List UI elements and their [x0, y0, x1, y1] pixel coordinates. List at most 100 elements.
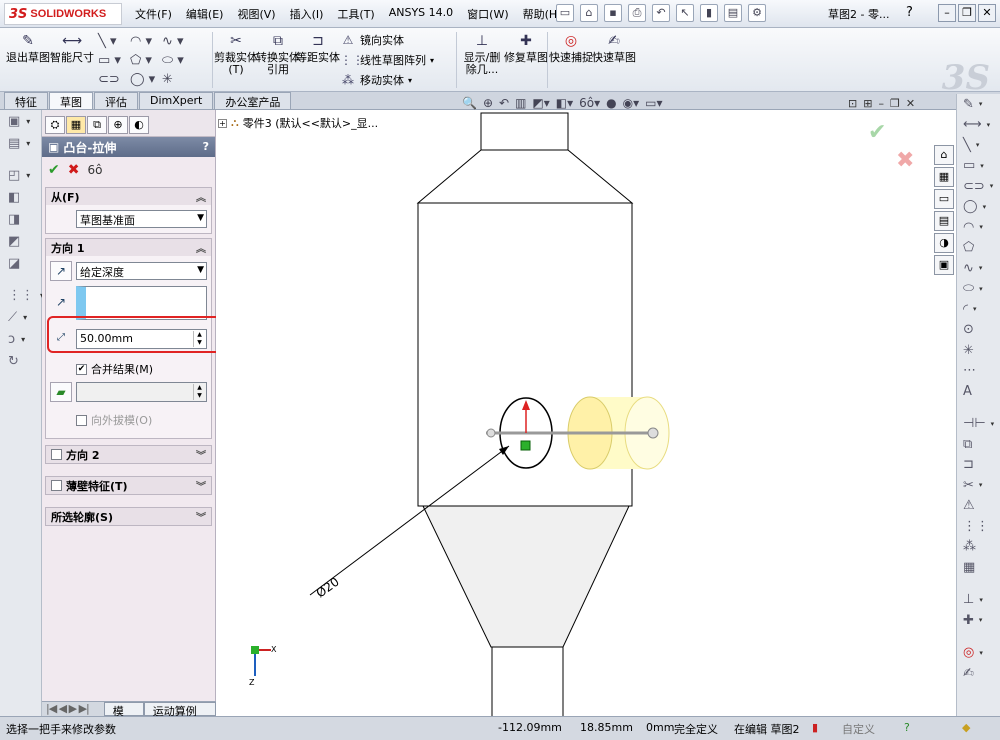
tab-model[interactable]: 模型 — [103, 702, 144, 734]
convert-entities-icon[interactable]: ⧉ — [957, 434, 1000, 455]
repair-icon[interactable]: ✚ ▾ — [957, 610, 1000, 631]
from-group-header[interactable]: 从(F) ︽ — [46, 188, 211, 205]
offset-entities-icon[interactable]: ⊐ — [957, 455, 1000, 476]
move-entities-button[interactable]: ⁂ 移动实体 ▾ — [340, 72, 412, 88]
menu-ansys[interactable]: ANSYS 14.0 — [382, 6, 460, 22]
undo-icon[interactable]: ↶ — [652, 4, 670, 22]
tab-dimxpert[interactable]: DimXpert — [139, 92, 214, 109]
arc-tool-icon[interactable]: ◠ ▾ — [130, 32, 162, 51]
mirror-icon[interactable]: ⊣⊢ ▾ — [957, 414, 1000, 435]
tab-features[interactable]: 特征 — [4, 92, 48, 109]
quick-snap-icon[interactable]: ◎ ▾ — [957, 643, 1000, 664]
custom-properties-icon[interactable]: ▣ — [934, 255, 954, 275]
save-icon[interactable]: ▪ — [604, 4, 622, 22]
cancel-x-icon[interactable]: ✖ — [68, 162, 80, 178]
start-condition-select[interactable]: 草图基准面 ▼ — [76, 210, 207, 228]
menu-file[interactable]: 文件(F) — [128, 6, 179, 22]
display-style-icon[interactable]: ◧▾ — [556, 96, 573, 110]
spline-icon[interactable]: ∿ ▾ — [957, 258, 1000, 279]
solidworks-logo[interactable]: 3S SOLIDWORKS — [4, 3, 122, 25]
doc-close-icon[interactable]: ✕ — [906, 97, 915, 110]
solidworks-resources-icon[interactable]: ⌂ — [934, 145, 954, 165]
close-icon[interactable]: ✕ — [978, 4, 996, 22]
dimxpert-manager-tab-icon[interactable]: ⊕ — [108, 116, 128, 134]
collapse-chevron-icon[interactable]: ︽ — [196, 240, 206, 255]
doc-view-icon[interactable]: ⊡ — [848, 97, 857, 110]
exit-sketch-button[interactable]: ✎ 退出草图 — [6, 32, 50, 64]
rapid-sketch-button[interactable]: ✍ 快速草图 — [592, 32, 636, 64]
extrude-cut-icon[interactable]: ▤ ▾ — [0, 132, 41, 154]
menu-tools[interactable]: 工具(T) — [330, 6, 381, 22]
feature-scope-icon[interactable]: ▰ — [50, 382, 72, 402]
collapse-chevron-icon[interactable]: ︽ — [196, 189, 206, 204]
zoom-area-icon[interactable]: ⊕ — [483, 96, 493, 110]
display-relations-icon[interactable]: ⊥ ▾ — [957, 590, 1000, 611]
convert-entities-button[interactable]: ⧉ 转换实体引用 — [256, 32, 300, 76]
extrude-boss-icon[interactable]: ▣ ▾ — [0, 110, 41, 132]
open-folder-icon[interactable]: ⌂ — [580, 4, 598, 22]
doc-tile-icon[interactable]: ⊞ — [863, 97, 872, 110]
linear-pattern-button[interactable]: ⋮⋮ 线性草图阵列 ▾ — [340, 52, 434, 68]
thin-feature-checkbox[interactable] — [51, 480, 62, 491]
wrap-icon[interactable]: ◩ — [0, 230, 41, 252]
centerline-icon[interactable]: ⋯ — [957, 361, 1000, 382]
trim-entities-button[interactable]: ✂ 剪裁实体(T) — [214, 32, 258, 76]
select-arrow-icon[interactable]: ↖ — [676, 4, 694, 22]
help-icon[interactable]: ? — [203, 140, 209, 153]
expand-chevron-icon[interactable]: ︾ — [196, 509, 206, 524]
shell-icon[interactable]: ◨ — [0, 208, 41, 230]
dropdown-arrow-icon[interactable]: ▾ — [408, 76, 412, 85]
selected-contours-header[interactable]: 所选轮廓(S) ︾ — [46, 508, 211, 525]
menu-window[interactable]: 窗口(W) — [460, 6, 515, 22]
point-tool-icon[interactable]: ✳ — [162, 70, 194, 89]
options-gear-icon[interactable]: ⚙ — [748, 4, 766, 22]
reference-geometry-icon[interactable]: ⟋ ▾ — [0, 306, 41, 328]
slot-icon[interactable]: ⊂⊃ ▾ — [957, 176, 1000, 197]
zoom-to-fit-icon[interactable]: 🔍 — [462, 96, 477, 110]
quick-snaps-button[interactable]: ◎ 快速捕捉 — [549, 32, 593, 64]
instant3d-icon[interactable]: ↻ — [0, 350, 41, 372]
appearances-icon[interactable]: ◑ — [934, 233, 954, 253]
tab-sketch[interactable]: 草图 — [49, 92, 93, 109]
rebuild-icon[interactable]: ▮ — [700, 4, 718, 22]
display-manager-tab-icon[interactable]: ◐ — [129, 116, 149, 134]
custom-units-select[interactable]: 自定义 — [842, 721, 875, 737]
direction2-header[interactable]: 方向 2 ︾ — [46, 446, 211, 463]
view-settings-icon[interactable]: ▭▾ — [645, 96, 662, 110]
polygon-icon[interactable]: ⬠ — [957, 238, 1000, 259]
block-icon[interactable]: ▦ — [957, 557, 1000, 578]
point-icon[interactable]: ✳ — [957, 340, 1000, 361]
view-palette-icon[interactable]: ▤ — [934, 211, 954, 231]
circular-pattern-icon[interactable]: ⁂ — [957, 537, 1000, 558]
tab-evaluate[interactable]: 评估 — [94, 92, 138, 109]
linear-pattern-feature-icon[interactable]: ⋮⋮▾ — [0, 284, 44, 306]
section-view-icon[interactable]: ▥ — [515, 96, 526, 110]
menu-view[interactable]: 视图(V) — [230, 6, 282, 22]
rib-icon[interactable]: ◧ — [0, 186, 41, 208]
file-explorer-icon[interactable]: ▭ — [934, 189, 954, 209]
tag-icon[interactable]: ◆ — [962, 721, 970, 734]
rebuild-status-icon[interactable]: ▮ — [812, 721, 818, 734]
direction1-header[interactable]: 方向 1 ︽ — [46, 239, 211, 256]
hide-show-icon[interactable]: 6ô▾ — [579, 96, 600, 110]
view-orientation-icon[interactable]: ◩▾ — [532, 96, 549, 110]
circle-icon[interactable]: ◯ ▾ — [957, 197, 1000, 218]
arc-icon[interactable]: ◠ ▾ — [957, 217, 1000, 238]
new-document-icon[interactable]: ▭ — [556, 4, 574, 22]
rectangle-icon[interactable]: ▭ ▾ — [957, 156, 1000, 177]
slot-tool-icon[interactable]: ⊂⊃ ▾ — [98, 70, 130, 106]
menu-edit[interactable]: 编辑(E) — [179, 6, 231, 22]
fillet-icon[interactable]: ◰ ▾ — [0, 164, 41, 186]
dropdown-arrow-icon[interactable]: ▾ — [430, 56, 434, 65]
ellipse-tool-icon[interactable]: ⬭ ▾ — [162, 51, 194, 70]
previous-view-icon[interactable]: ↶ — [499, 96, 509, 110]
merge-result-checkbox[interactable]: ✔ 合并结果(M) — [76, 361, 153, 377]
curves-icon[interactable]: ↄ ▾ — [0, 328, 41, 350]
rectangle-tool-icon[interactable]: ▭ ▾ — [98, 51, 130, 70]
smart-dimension-button[interactable]: ⟷ 智能尺寸 — [50, 32, 94, 64]
tab-scroll-arrows-icon[interactable]: |◀ ◀ ▶ ▶| — [42, 702, 104, 716]
direction-selection-box[interactable] — [76, 286, 207, 320]
design-library-icon[interactable]: ▦ — [934, 167, 954, 187]
expand-chevron-icon[interactable]: ︾ — [196, 478, 206, 493]
linear-pattern-icon[interactable]: ⋮⋮ — [957, 516, 1000, 537]
